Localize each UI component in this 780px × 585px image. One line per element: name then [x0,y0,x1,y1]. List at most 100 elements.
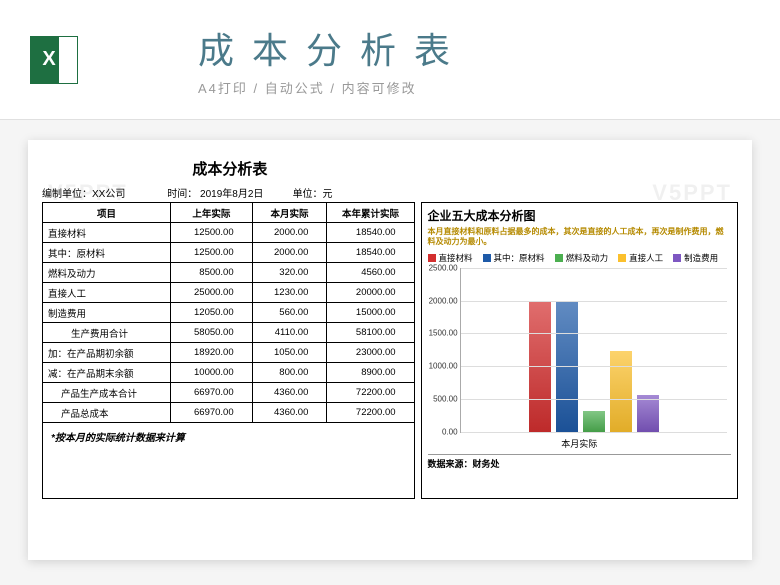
row-value: 1230.00 [252,283,327,303]
meta-time: 时间： 2019年8月2日 [167,185,292,200]
row-value: 72200.00 [327,383,414,403]
chart-description: 本月直接材料和原料占据最多的成本，其次是直接的人工成本，再次是制作费用，燃料及动… [428,227,731,248]
y-tick-label: 500.00 [433,394,460,403]
legend-item: 直接材料 [428,252,473,264]
table-header-cell: 本年累计实际 [327,203,414,223]
table-row: 产品生产成本合计66970.004360.0072200.00 [43,383,415,403]
table-row: 加：在产品期初余额18920.001050.0023000.00 [43,343,415,363]
spreadsheet-preview: V5PPT V5PPT 成本分析表 编制单位：XX公司 时间： 2019年8月2… [28,140,752,560]
row-value: 4110.00 [252,323,327,343]
chart-bar [610,351,632,432]
app-header: X 成本分析表 A4打印 / 自动公式 / 内容可修改 [0,0,780,120]
meta-org: 编制单位：XX公司 [42,185,167,200]
sheet-meta: 编制单位：XX公司 时间： 2019年8月2日 单位：元 [42,185,418,200]
chart-legend: 直接材料 其中：原材料 燃料及动力 直接人工 制造费用 [428,252,731,264]
legend-item: 直接人工 [618,252,663,264]
bar-chart: 0.00500.001000.001500.002000.002500.00 [460,268,727,433]
row-value: 12050.00 [171,303,253,323]
row-value: 58100.00 [327,323,414,343]
excel-icon: X [30,36,78,84]
row-label: 直接人工 [43,283,171,303]
row-value: 1050.00 [252,343,327,363]
sheet-title: 成本分析表 [42,158,418,179]
y-tick-label: 2000.00 [429,296,461,305]
y-tick-label: 0.00 [442,427,461,436]
legend-label: 直接人工 [629,252,663,264]
table-row: 生产费用合计58050.004110.0058100.00 [43,323,415,343]
chart-bar [583,411,605,432]
row-value: 15000.00 [327,303,414,323]
row-value: 320.00 [252,263,327,283]
table-row: 直接材料12500.002000.0018540.00 [43,223,415,243]
y-tick-label: 1500.00 [429,329,461,338]
row-value: 12500.00 [171,223,253,243]
row-value: 66970.00 [171,383,253,403]
row-value: 8900.00 [327,363,414,383]
y-tick-label: 1000.00 [429,362,461,371]
legend-swatch [673,254,681,262]
row-value: 4360.00 [252,403,327,423]
table-row: 减：在产品期末余额10000.00800.008900.00 [43,363,415,383]
table-row: 产品总成本66970.004360.0072200.00 [43,403,415,423]
row-value: 66970.00 [171,403,253,423]
legend-item: 燃料及动力 [555,252,609,264]
row-label: 燃料及动力 [43,263,171,283]
legend-item: 制造费用 [673,252,718,264]
row-value: 12500.00 [171,243,253,263]
row-label: 加：在产品期初余额 [43,343,171,363]
excel-x-letter: X [42,48,55,71]
table-note: *按本月的实际统计数据来计算 [42,423,415,499]
table-row: 直接人工25000.001230.0020000.00 [43,283,415,303]
title-block: 成本分析表 A4打印 / 自动公式 / 内容可修改 [198,22,750,97]
legend-swatch [618,254,626,262]
row-value: 20000.00 [327,283,414,303]
legend-label: 其中：原材料 [494,252,545,264]
row-value: 18540.00 [327,223,414,243]
row-value: 72200.00 [327,403,414,423]
row-label: 产品生产成本合计 [43,383,171,403]
row-value: 800.00 [252,363,327,383]
chart-bars [461,268,727,432]
table-row: 燃料及动力8500.00320.004560.00 [43,263,415,283]
row-value: 2000.00 [252,223,327,243]
table-header-cell: 项目 [43,203,171,223]
row-value: 560.00 [252,303,327,323]
chart-x-category: 本月实际 [428,437,731,450]
row-label: 制造费用 [43,303,171,323]
page-subtitle: A4打印 / 自动公式 / 内容可修改 [198,78,750,97]
table-row: 制造费用12050.00560.0015000.00 [43,303,415,323]
row-label: 其中：原材料 [43,243,171,263]
legend-item: 其中：原材料 [483,252,545,264]
legend-label: 燃料及动力 [566,252,609,264]
row-value: 25000.00 [171,283,253,303]
meta-unit: 单位：元 [293,185,418,200]
row-label: 减：在产品期末余额 [43,363,171,383]
legend-swatch [428,254,436,262]
chart-source: 数据来源：财务处 [428,454,731,470]
table-header-cell: 本月实际 [252,203,327,223]
row-value: 58050.00 [171,323,253,343]
legend-swatch [483,254,491,262]
row-label: 生产费用合计 [43,323,171,343]
y-tick-label: 2500.00 [429,263,461,272]
cost-table: 项目上年实际本月实际本年累计实际 直接材料12500.002000.001854… [42,202,415,423]
row-value: 18920.00 [171,343,253,363]
row-value: 4560.00 [327,263,414,283]
chart-bar [637,395,659,432]
chart-title: 企业五大成本分析图 [428,207,731,224]
row-value: 4360.00 [252,383,327,403]
page-title: 成本分析表 [198,22,750,74]
row-value: 23000.00 [327,343,414,363]
legend-label: 直接材料 [439,252,473,264]
cost-table-panel: 项目上年实际本月实际本年累计实际 直接材料12500.002000.001854… [42,202,415,499]
row-value: 2000.00 [252,243,327,263]
row-value: 8500.00 [171,263,253,283]
row-value: 10000.00 [171,363,253,383]
chart-panel: 企业五大成本分析图 本月直接材料和原料占据最多的成本，其次是直接的人工成本，再次… [421,202,738,499]
row-label: 直接材料 [43,223,171,243]
table-row: 其中：原材料12500.002000.0018540.00 [43,243,415,263]
row-label: 产品总成本 [43,403,171,423]
row-value: 18540.00 [327,243,414,263]
table-header-cell: 上年实际 [171,203,253,223]
legend-label: 制造费用 [684,252,718,264]
